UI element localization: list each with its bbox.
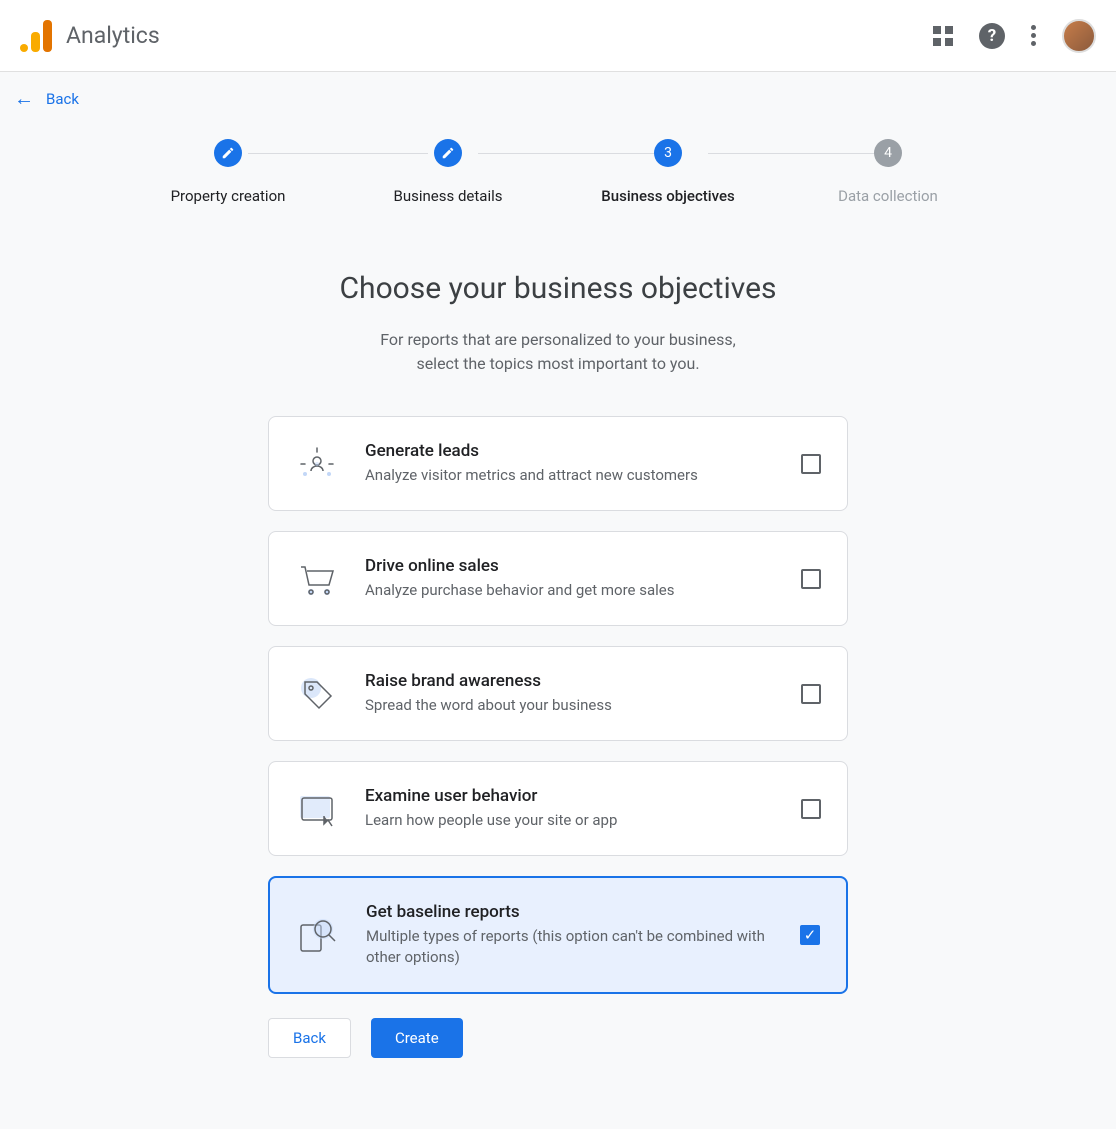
objective-desc: Learn how people use your site or app [365, 810, 775, 831]
objective-desc: Analyze purchase behavior and get more s… [365, 580, 775, 601]
objective-desc: Spread the word about your business [365, 695, 775, 716]
avatar[interactable] [1062, 19, 1096, 53]
step-label: Property creation [171, 187, 286, 205]
screen-icon [295, 787, 339, 831]
create-button[interactable]: Create [371, 1018, 463, 1058]
step-circle [434, 139, 462, 167]
objective-get-baseline-reports[interactable]: Get baseline reports Multiple types of r… [268, 876, 848, 994]
back-label: Back [46, 90, 79, 108]
page-title: Choose your business objectives [0, 271, 1116, 306]
tag-icon [295, 672, 339, 716]
back-link[interactable]: ← Back [0, 72, 1116, 125]
objective-title: Get baseline reports [366, 902, 774, 922]
checkbox[interactable] [801, 454, 821, 474]
footer-buttons: Back Create [268, 1018, 848, 1058]
objective-examine-user-behavior[interactable]: Examine user behavior Learn how people u… [268, 761, 848, 856]
step-business-objectives[interactable]: 3 Business objectives [558, 139, 778, 205]
objective-title: Raise brand awareness [365, 671, 775, 691]
step-property-creation[interactable]: Property creation [118, 139, 338, 205]
objective-generate-leads[interactable]: Generate leads Analyze visitor metrics a… [268, 416, 848, 511]
page-subtitle: For reports that are personalized to you… [0, 328, 1116, 376]
help-icon[interactable]: ? [979, 23, 1005, 49]
objective-drive-online-sales[interactable]: Drive online sales Analyze purchase beha… [268, 531, 848, 626]
topbar-left: Analytics [20, 20, 160, 52]
stepper: Property creation Business details 3 Bus… [0, 125, 1116, 205]
analytics-logo-icon [20, 20, 52, 52]
reports-icon [296, 913, 340, 957]
app-title: Analytics [66, 22, 160, 49]
topbar-right: ? [933, 19, 1096, 53]
checkbox[interactable] [801, 569, 821, 589]
objective-title: Generate leads [365, 441, 775, 461]
step-business-details[interactable]: Business details [338, 139, 558, 205]
objective-title: Drive online sales [365, 556, 775, 576]
checkbox[interactable]: ✓ [800, 925, 820, 945]
objective-desc: Analyze visitor metrics and attract new … [365, 465, 775, 486]
step-circle [214, 139, 242, 167]
step-circle: 3 [654, 139, 682, 167]
step-label: Business objectives [601, 187, 734, 205]
objective-cards: Generate leads Analyze visitor metrics a… [268, 416, 848, 994]
back-button[interactable]: Back [268, 1018, 351, 1058]
step-label: Data collection [838, 187, 938, 205]
objective-raise-brand-awareness[interactable]: Raise brand awareness Spread the word ab… [268, 646, 848, 741]
step-data-collection: 4 Data collection [778, 139, 998, 205]
checkbox[interactable] [801, 799, 821, 819]
step-label: Business details [394, 187, 503, 205]
leads-icon [295, 442, 339, 486]
step-circle: 4 [874, 139, 902, 167]
pencil-icon [221, 146, 235, 160]
pencil-icon [441, 146, 455, 160]
arrow-left-icon: ← [14, 86, 34, 111]
more-vert-icon[interactable] [1031, 25, 1036, 46]
topbar: Analytics ? [0, 0, 1116, 72]
objective-desc: Multiple types of reports (this option c… [366, 926, 774, 968]
checkbox[interactable] [801, 684, 821, 704]
apps-icon[interactable] [933, 26, 953, 46]
objective-title: Examine user behavior [365, 786, 775, 806]
cart-icon [295, 557, 339, 601]
